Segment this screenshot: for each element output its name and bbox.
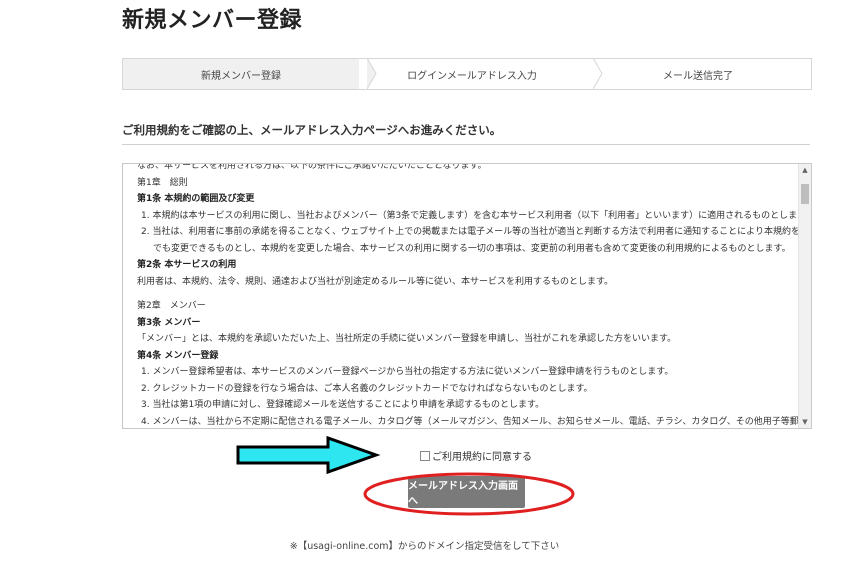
terms-line: なお、本サービスを利用される方は、以下の条件にご承諾いただいたこととなります。 [137,163,487,171]
agree-label: ご利用規約に同意する [432,452,532,463]
scroll-up-arrow-icon[interactable]: ▲ [799,164,811,176]
terms-gap [137,290,793,298]
terms-line: 2. 当社は、利用者に事前の承諾を得ることなく、ウェブサイト上での掲載または電子… [141,227,812,237]
agree-checkbox[interactable] [420,450,430,461]
page-title: 新規メンバー登録 [122,8,303,33]
highlight-ellipse-annotation-icon [363,472,575,516]
scroll-down-arrow-icon[interactable]: ▼ [799,416,811,428]
step-email-input: ログインメールアドレス入力 [359,58,603,89]
step-label: メール送信完了 [663,70,733,82]
step-label: ログインメールアドレス入力 [407,70,537,82]
step-label: 新規メンバー登録 [201,70,281,82]
terms-line: 4. メンバーは、当社から不定期に配信される電子メール、カタログ等（メールマガジ… [141,416,812,427]
divider [122,144,810,145]
arrow-annotation-icon [236,435,381,475]
instruction-text: ご利用規約をご確認の上、メールアドレス入力ページへお進みください。 [122,123,502,137]
terms-line: 「メンバー」とは、本規約を承認いただいた上、当社所定の手続に従いメンバー登録を申… [137,334,677,344]
registration-steps: 新規メンバー登録 ログインメールアドレス入力 メール送信完了 [122,58,812,90]
terms-line: 利用者は、本規約、法令、規則、通達および当社が別途定めるルール等に従い、本サービ… [137,276,614,287]
scroll-thumb[interactable] [801,184,809,204]
terms-content: なお、本サービスを利用される方は、以下の条件にご承諾いただいたこととなります。第… [137,163,812,428]
terms-heading: 第3条 メンバー [137,317,201,328]
terms-scroll-box[interactable]: なお、本サービスを利用される方は、以下の条件にご承諾いただいたこととなります。第… [122,163,812,429]
step-register: 新規メンバー登録 [123,58,377,89]
terms-line: 第1章 総則 [137,177,188,188]
step-mail-sent: メール送信完了 [585,59,811,89]
agree-checkbox-label[interactable]: ご利用規約に同意する [420,448,532,463]
terms-heading: 第2条 本サービスの利用 [137,260,237,270]
terms-line: 3. 当社は第1項の申請に対し、登録確認メールを送信することにより申請を承認する… [141,400,545,410]
terms-line: 1. メンバー登録希望者は、本サービスのメンバー登録ページから当社の指定する方法… [141,367,674,377]
terms-heading: 第1条 本規約の範囲及び変更 [137,194,255,204]
terms-line: 1. 本規約は本サービスの利用に関し、当社およびメンバー（第3条で定義します）を… [141,210,812,221]
terms-line: 2. クレジットカードの登録を行なう場合は、ご本人名義のクレジットカードでなけれ… [141,383,593,394]
domain-notice: ※【usagi-online.com】からのドメイン指定受信をして下さい [289,541,560,552]
scrollbar[interactable]: ▲ ▼ [798,164,811,428]
terms-heading: 第4条 メンバー登録 [137,350,219,361]
terms-line: 第2章 メンバー [137,301,206,311]
terms-line: でも変更できるものとし、本規約を変更した場合、本サービスの利用に関する一切の事項… [153,243,791,254]
